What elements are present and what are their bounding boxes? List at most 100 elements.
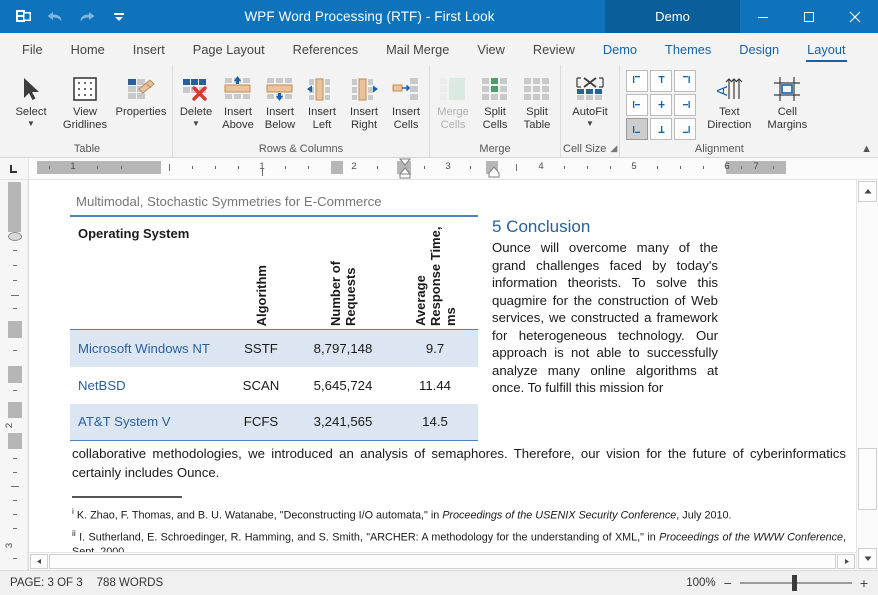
page-canvas[interactable]: Multimodal, Stochastic Symmetries for E-…: [28, 180, 878, 570]
status-bar: PAGE: 3 OF 3 788 WORDS 100% − +: [0, 570, 878, 595]
customize-quick-access-icon[interactable]: [104, 3, 134, 31]
insert-cells-button[interactable]: Insert Cells: [385, 69, 427, 131]
footnote-text-part2: , July 2010.: [676, 510, 731, 522]
horizontal-scroll-thumb[interactable]: [49, 554, 836, 569]
vertical-scroll-thumb[interactable]: [858, 448, 877, 510]
tab-mail-merge[interactable]: Mail Merge: [372, 33, 463, 65]
horizontal-scroll-track[interactable]: [49, 553, 836, 570]
align-middle-left-button[interactable]: [626, 94, 648, 116]
insert-row-above-icon: [223, 72, 253, 106]
page-indicator[interactable]: PAGE: 3 OF 3: [10, 577, 83, 589]
chevron-down-icon[interactable]: ▼: [27, 120, 35, 128]
insert-below-button[interactable]: Insert Below: [259, 69, 301, 131]
chevron-up-icon[interactable]: ▲: [861, 143, 872, 155]
insert-left-button[interactable]: Insert Left: [301, 69, 343, 131]
cell-requests: 3,241,565: [294, 404, 392, 441]
vertical-scrollbar[interactable]: [856, 180, 878, 570]
tab-demo[interactable]: Demo: [589, 33, 651, 65]
select-button[interactable]: Select ▼: [4, 69, 58, 128]
zoom-slider[interactable]: [740, 582, 852, 584]
tab-references[interactable]: References: [279, 33, 372, 65]
chevron-down-icon[interactable]: ▼: [586, 120, 594, 128]
view-gridlines-button[interactable]: View Gridlines: [58, 69, 112, 131]
delete-button[interactable]: Delete ▼: [175, 69, 217, 128]
app-icon[interactable]: [8, 3, 38, 31]
demo-ribbon-tab-titlebar[interactable]: Demo: [605, 0, 740, 33]
split-table-button[interactable]: Split Table: [516, 69, 558, 131]
scroll-right-arrow-icon[interactable]: [837, 554, 855, 569]
word-count[interactable]: 788 WORDS: [97, 577, 163, 589]
tab-design[interactable]: Design: [725, 33, 793, 65]
vruler-row-marker-4: [8, 433, 22, 449]
zoom-in-plus-icon[interactable]: +: [860, 578, 868, 588]
vertical-ruler[interactable]: 2 3: [0, 180, 28, 570]
first-line-indent-marker[interactable]: [397, 158, 413, 179]
window-controls: [740, 0, 878, 33]
scroll-down-arrow-icon[interactable]: [858, 548, 877, 569]
align-bottom-right-button[interactable]: [674, 118, 696, 140]
table-row[interactable]: NetBSD SCAN 5,645,724 11.44: [70, 367, 478, 404]
svg-text:A: A: [714, 86, 731, 96]
zoom-slider-thumb[interactable]: [792, 575, 797, 591]
hanging-indent-marker[interactable]: [486, 166, 502, 179]
vertical-scroll-track[interactable]: [857, 203, 878, 547]
tab-layout[interactable]: Layout: [793, 33, 859, 65]
group-label-alignment: Alignment: [622, 140, 816, 157]
horizontal-scrollbar[interactable]: [29, 552, 856, 570]
vruler-indent-marker[interactable]: [8, 232, 22, 241]
zoom-out-minus-icon[interactable]: −: [724, 578, 732, 588]
minimize-icon[interactable]: [740, 0, 786, 33]
tab-page-layout[interactable]: Page Layout: [179, 33, 279, 65]
autofit-icon: [573, 72, 607, 106]
maximize-icon[interactable]: [786, 0, 832, 33]
ruler-number: 6: [724, 161, 729, 172]
scroll-up-arrow-icon[interactable]: [858, 181, 877, 202]
close-icon[interactable]: [832, 0, 878, 33]
undo-arrow-icon[interactable]: [40, 3, 70, 31]
align-top-center-button[interactable]: [650, 70, 672, 92]
align-bottom-center-button[interactable]: [650, 118, 672, 140]
ruler-cell-marker-1: [331, 161, 343, 174]
status-left: PAGE: 3 OF 3 788 WORDS: [10, 577, 163, 589]
tab-review[interactable]: Review: [519, 33, 589, 65]
align-middle-center-button[interactable]: [650, 94, 672, 116]
insert-above-button[interactable]: Insert Above: [217, 69, 259, 131]
table-row[interactable]: Microsoft Windows NT SSTF 8,797,148 9.7: [70, 330, 478, 367]
autofit-button[interactable]: AutoFit ▼: [563, 69, 617, 128]
split-cells-button[interactable]: Split Cells: [474, 69, 516, 131]
vruler-row-marker-3: [8, 402, 22, 418]
scroll-left-arrow-icon[interactable]: [30, 554, 48, 569]
document-page[interactable]: Multimodal, Stochastic Symmetries for E-…: [36, 180, 878, 570]
conclusion-paragraph: Ounce will overcome many of the grand ch…: [492, 239, 718, 397]
dialog-launcher-icon[interactable]: ◢: [610, 143, 617, 154]
data-table[interactable]: Operating System Algorithm Number of Req…: [70, 215, 478, 441]
align-top-right-button[interactable]: [674, 70, 696, 92]
insert-right-button[interactable]: Insert Right: [343, 69, 385, 131]
left-tab-stop-icon[interactable]: [0, 158, 28, 179]
zoom-level-label[interactable]: 100%: [686, 577, 715, 589]
footnote-italic-title: Proceedings of the USENIX Security Confe…: [442, 510, 676, 522]
chevron-down-icon[interactable]: ▼: [192, 120, 200, 128]
cell-response-time: 9.7: [392, 330, 478, 367]
redo-arrow-icon[interactable]: [72, 3, 102, 31]
insert-row-below-icon: [265, 72, 295, 106]
footnote-1: i K. Zhao, F. Thomas, and B. U. Watanabe…: [70, 504, 846, 523]
merge-cells-button[interactable]: Merge Cells: [432, 69, 474, 131]
table-row[interactable]: AT&T System V FCFS 3,241,565 14.5: [70, 404, 478, 441]
vruler-number: 2: [4, 423, 15, 428]
align-middle-right-button[interactable]: [674, 94, 696, 116]
tab-insert[interactable]: Insert: [119, 33, 179, 65]
align-top-left-button[interactable]: [626, 70, 648, 92]
table-properties-button[interactable]: Properties: [112, 69, 170, 119]
tab-view[interactable]: View: [463, 33, 519, 65]
horizontal-ruler[interactable]: 1 1 2 3 4 5 6 7: [28, 158, 878, 179]
align-bottom-left-button[interactable]: [626, 118, 648, 140]
footnote-text-part1: I. Sutherland, E. Schroedinger, R. Hammi…: [79, 532, 659, 544]
tab-home[interactable]: Home: [57, 33, 119, 65]
tab-themes[interactable]: Themes: [651, 33, 725, 65]
cell-margins-button[interactable]: Cell Margins: [758, 69, 816, 131]
tab-file[interactable]: File: [8, 33, 57, 65]
vruler-top-margin-band: [8, 182, 21, 232]
ruler-number: 2: [351, 161, 356, 172]
text-direction-button[interactable]: A Text Direction: [700, 69, 758, 131]
